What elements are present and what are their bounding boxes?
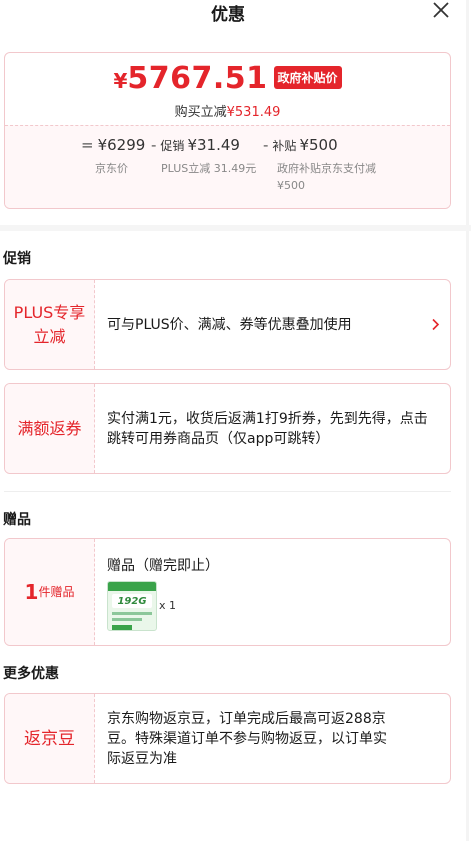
gift-quantity: x 1: [159, 599, 177, 612]
promo-tag-label: 返京豆: [24, 728, 75, 749]
promo-coupon-return[interactable]: 满额返券 实付满1元，收货后返满1打9折券，先到先得，点击跳转可用券商品页（仅a…: [4, 383, 451, 474]
breakdown-item: - 促销 ¥31.49 PLUS立减 31.49元: [151, 136, 256, 177]
close-button[interactable]: [431, 0, 453, 22]
breakdown-label: 京东价: [95, 162, 128, 175]
breakdown-item: - 补贴 ¥500 政府补贴京东支付减¥500: [263, 136, 385, 194]
breakdown-value: ¥31.49: [187, 136, 240, 154]
currency-symbol: ¥: [113, 69, 128, 93]
gift-count: 1 件赠品: [5, 539, 95, 645]
breakdown-label: 政府补贴京东支付减¥500: [277, 162, 376, 192]
promo-plus[interactable]: PLUS专享立减 可与PLUS价、满减、券等优惠叠加使用: [4, 279, 451, 370]
breakdown-prefix: 补贴: [272, 139, 297, 153]
breakdown-label: PLUS立减 31.49元: [161, 162, 257, 175]
breakdown-item: = ¥6299 京东价: [81, 136, 145, 177]
gift-image[interactable]: 192G: [107, 581, 157, 631]
page-title: 优惠: [211, 5, 245, 25]
section-title-gift: 赠品: [3, 512, 31, 528]
promo-tag: PLUS专享立减: [5, 280, 95, 369]
close-icon: [433, 2, 449, 18]
gift-title: 赠品（赠完即止）: [107, 558, 219, 574]
gov-subsidy-badge: 政府补贴价: [273, 66, 342, 89]
promo-tag: 返京豆: [5, 694, 95, 783]
price-card: ¥5767.51 政府补贴价 购买立减¥531.49 = ¥6299 京东价 - 促销…: [4, 52, 451, 209]
discount-label: 购买立减: [174, 105, 227, 120]
price-amount: 5767.51: [127, 61, 268, 96]
promo-description: 京东购物返京豆，订单完成后最高可返288京豆。特殊渠道订单不参与购物返豆，以订单…: [107, 710, 387, 767]
discount-summary: 购买立减¥531.49: [5, 101, 450, 120]
final-price: ¥5767.51 政府补贴价: [5, 61, 450, 96]
breakdown-value: ¥500: [299, 136, 338, 154]
promo-tag-label: 满额返券: [17, 418, 82, 438]
discount-value: ¥531.49: [226, 105, 281, 120]
operator: -: [263, 136, 269, 154]
scrollbar[interactable]: [466, 0, 469, 841]
section-divider: [4, 491, 451, 492]
price-summary: ¥5767.51 政府补贴价 购买立减¥531.49: [5, 53, 450, 125]
gift-count-unit: 件赠品: [38, 585, 75, 599]
section-title-promotion: 促销: [3, 251, 31, 267]
promo-description: 实付满1元，收货后返满1打9折券，先到先得，点击跳转可用券商品页（仅app可跳转…: [107, 410, 428, 447]
gift-count-number: 1: [24, 580, 39, 604]
operator: -: [151, 136, 157, 154]
header: 优惠: [0, 0, 471, 26]
price-breakdown: = ¥6299 京东价 - 促销 ¥31.49 PLUS立减 31.49元 - 补贴 ¥5…: [5, 125, 450, 208]
breakdown-prefix: 促销: [160, 139, 185, 153]
promo-jd-beans[interactable]: 返京豆 京东购物返京豆，订单完成后最高可返288京豆。特殊渠道订单不参与购物返豆…: [4, 693, 451, 784]
gift-card[interactable]: 1 件赠品 赠品（赠完即止） 192G x 1: [4, 538, 451, 646]
promo-description: 可与PLUS价、满减、券等优惠叠加使用: [107, 316, 352, 333]
promo-tag-label: PLUS专享立减: [13, 302, 86, 346]
section-divider: [0, 225, 471, 231]
section-title-more: 更多优惠: [3, 666, 59, 682]
chevron-right-icon[interactable]: [432, 315, 440, 334]
breakdown-value: ¥6299: [97, 136, 146, 154]
promo-tag: 满额返券: [5, 384, 95, 473]
gift-image-label: 192G: [117, 595, 147, 607]
operator: =: [81, 136, 94, 154]
